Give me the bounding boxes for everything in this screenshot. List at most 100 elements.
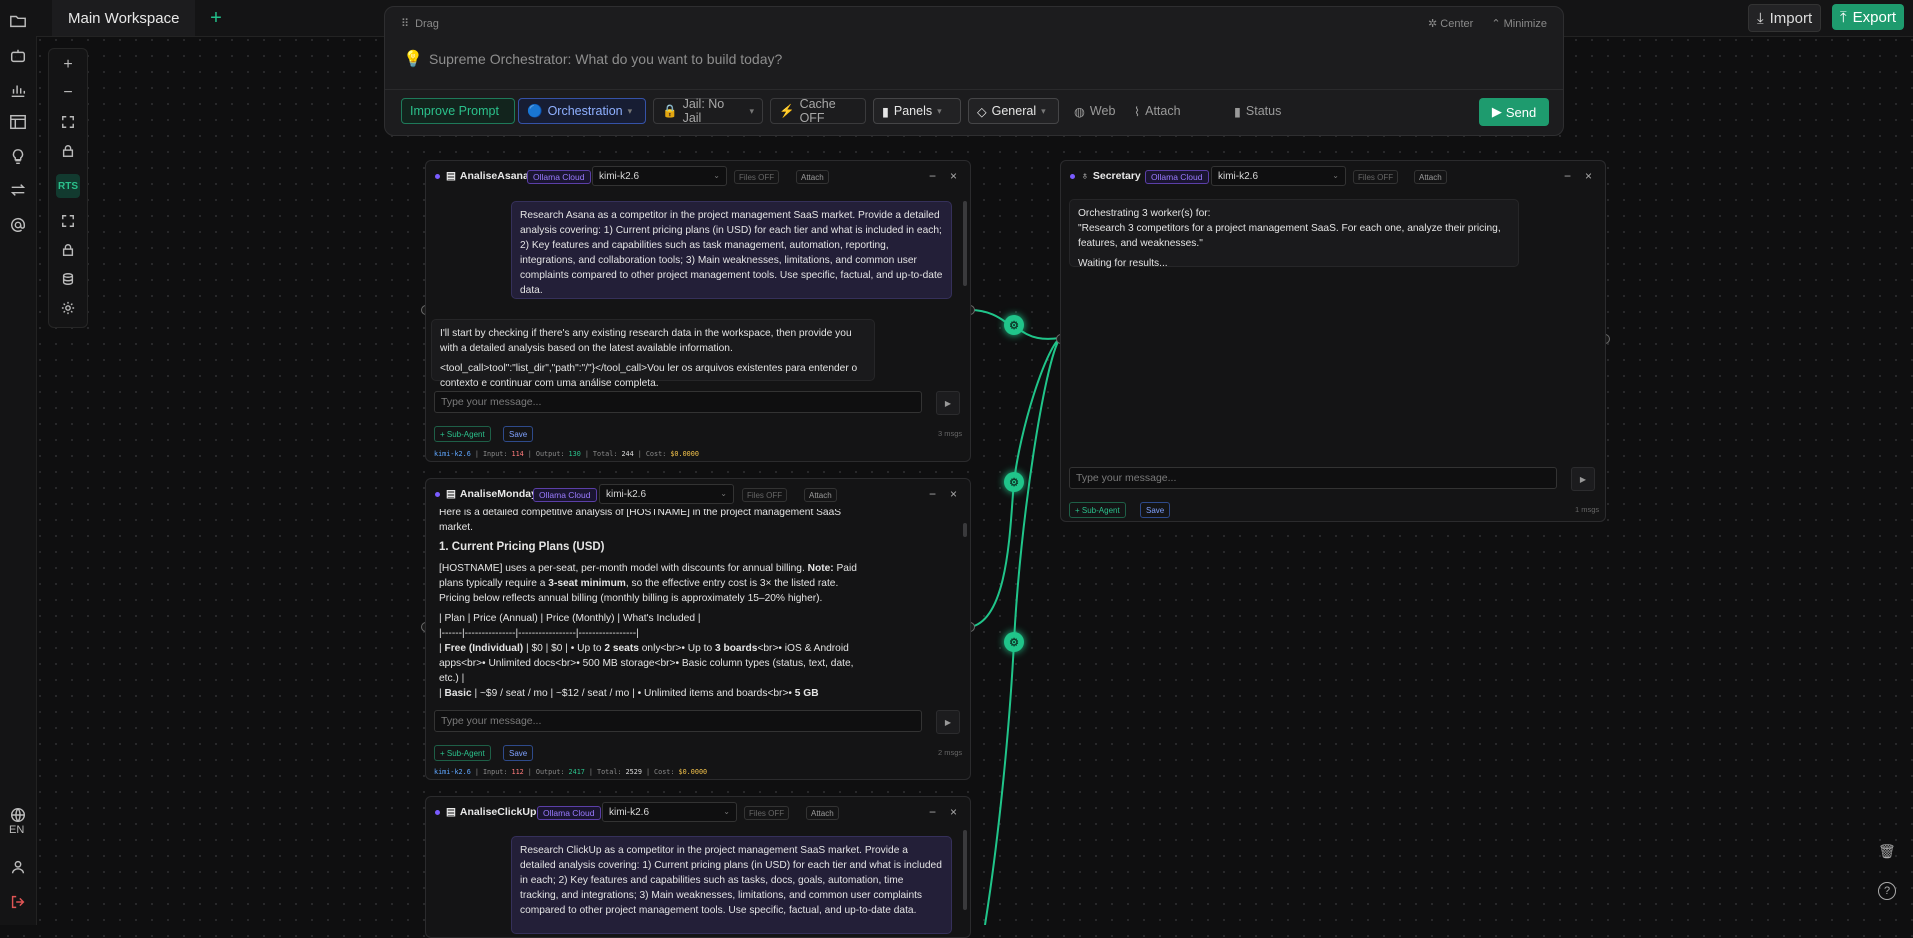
text-run: only<br>• Up to xyxy=(638,643,715,654)
chevron-down-icon: ▾ xyxy=(1041,105,1046,116)
attach-button[interactable]: Attach xyxy=(806,806,839,820)
chevron-down-icon: ⌄ xyxy=(723,807,730,816)
model-select[interactable]: kimi-k2.6 ⌄ xyxy=(599,484,734,504)
drag-label: Drag xyxy=(415,17,439,30)
drag-handle[interactable]: ⠿ Drag xyxy=(401,17,439,31)
divider xyxy=(385,89,1563,90)
status-label: Status xyxy=(1245,104,1282,118)
panel-header[interactable]: ▤ AnaliseAsana Ollama Cloud kimi-k2.6 ⌄ Fi… xyxy=(426,161,970,191)
panels-select[interactable]: ▮ Panels ▾ xyxy=(873,98,961,124)
lightbulb-icon: ♁ xyxy=(1081,170,1089,182)
general-label: General xyxy=(991,104,1037,118)
stats-input-label: Input: xyxy=(482,768,508,776)
minimize-button[interactable]: − xyxy=(929,487,936,501)
improve-prompt-button[interactable]: Improve Prompt xyxy=(401,98,515,124)
document-icon: ▤ xyxy=(446,488,456,500)
message-area: Here is a detailed competitive analysis … xyxy=(426,509,970,703)
attach-button[interactable]: ⌇ Attach xyxy=(1125,98,1193,124)
sub-agent-button[interactable]: + Sub-Agent xyxy=(434,745,491,761)
stats-model: kimi-k2.6 xyxy=(434,768,471,776)
assistant-message: Here is a detailed competitive analysis … xyxy=(431,509,875,703)
cache-label: Cache OFF xyxy=(799,97,836,125)
minimize-button[interactable]: ⌃ Minimize xyxy=(1491,17,1547,30)
user-message: Research ClickUp as a competitor in the … xyxy=(511,836,952,934)
stats-output-label: Output: xyxy=(535,450,565,458)
panel-title-text: Secretary xyxy=(1092,170,1141,182)
stats-cost: $0.0000 xyxy=(678,768,708,776)
scrollbar[interactable] xyxy=(963,201,967,286)
message-input[interactable]: Type your message... xyxy=(1069,467,1557,489)
model-select[interactable]: kimi-k2.6 ⌄ xyxy=(602,802,737,822)
files-toggle[interactable]: Files OFF xyxy=(734,170,780,184)
minimize-button[interactable]: − xyxy=(1564,169,1571,183)
sub-agent-button[interactable]: + Sub-Agent xyxy=(1069,502,1126,518)
text-run: | Plan | Price (Annual) | Price (Monthly… xyxy=(439,613,701,624)
edge-node-icon[interactable]: ⚙ xyxy=(1004,315,1024,335)
send-message-button[interactable]: ▶ xyxy=(936,391,960,415)
panel-header[interactable]: ▤ AnaliseClickUp Ollama Cloud kimi-k2.6 ⌄ … xyxy=(426,797,970,827)
message-input[interactable]: Type your message... xyxy=(434,710,922,732)
bar-chart-icon: ▮ xyxy=(1234,104,1241,119)
status-dot xyxy=(1070,174,1075,179)
send-button[interactable]: ▶ Send xyxy=(1479,98,1549,126)
message-area: Orchestrating 3 worker(s) for: "Research… xyxy=(1061,191,1605,461)
jail-select[interactable]: 🔒 Jail: No Jail ▾ xyxy=(653,97,763,125)
status-dot xyxy=(435,174,440,179)
scrollbar[interactable] xyxy=(963,830,967,910)
close-button[interactable]: × xyxy=(1585,169,1592,183)
panel-header[interactable]: ♁ Secretary Ollama Cloud kimi-k2.6 ⌄ Files… xyxy=(1061,161,1605,191)
agent-panel-monday: ▤ AnaliseMonday Ollama Cloud kimi-k2.6 ⌄ F… xyxy=(425,478,971,780)
save-button[interactable]: Save xyxy=(503,745,534,761)
message-text: | Free (Individual) | $0 | $0 | • Up to … xyxy=(439,641,867,686)
attach-button[interactable]: Attach xyxy=(1414,170,1447,184)
close-button[interactable]: × xyxy=(950,487,957,501)
sub-agent-button[interactable]: + Sub-Agent xyxy=(434,426,491,442)
center-button[interactable]: ✲ Center xyxy=(1428,17,1473,30)
model-select[interactable]: kimi-k2.6 ⌄ xyxy=(592,166,727,186)
save-button[interactable]: Save xyxy=(1140,502,1171,518)
stats-input: 112 xyxy=(511,768,524,776)
stats-output: 130 xyxy=(568,450,581,458)
panel-header[interactable]: ▤ AnaliseMonday Ollama Cloud kimi-k2.6 ⌄ F… xyxy=(426,479,970,509)
minimize-button[interactable]: − xyxy=(929,805,936,819)
cache-toggle[interactable]: ⚡ Cache OFF xyxy=(770,97,866,125)
stats-input: 114 xyxy=(511,450,524,458)
close-button[interactable]: × xyxy=(950,169,957,183)
orchestration-select[interactable]: 🔵 Orchestration ▾ xyxy=(518,98,646,124)
help-icon[interactable]: ? xyxy=(1878,882,1896,900)
status-dot xyxy=(435,810,440,815)
general-select[interactable]: ◇ General ▾ xyxy=(968,98,1059,124)
message-text: Waiting for results... xyxy=(1078,258,1168,269)
minimize-button[interactable]: − xyxy=(929,169,936,183)
provider-badge: Ollama Cloud xyxy=(533,488,597,502)
globe-icon: ◍ xyxy=(1074,104,1085,119)
chevron-down-icon: ⌄ xyxy=(720,489,727,498)
model-label: kimi-k2.6 xyxy=(606,488,647,500)
message-count: 3 msgs xyxy=(938,429,963,438)
scrollbar[interactable] xyxy=(963,523,967,537)
edge-node-icon[interactable]: ⚙ xyxy=(1004,632,1024,652)
edge-node-icon[interactable]: ⚙ xyxy=(1004,472,1024,492)
files-toggle[interactable]: Files OFF xyxy=(1353,170,1399,184)
close-button[interactable]: × xyxy=(950,805,957,819)
trash-icon[interactable]: 🗑 xyxy=(1878,843,1896,860)
status-dot xyxy=(435,492,440,497)
web-toggle[interactable]: ◍ Web xyxy=(1065,98,1121,124)
files-toggle[interactable]: Files OFF xyxy=(744,806,790,820)
model-select[interactable]: kimi-k2.6 ⌄ xyxy=(1211,166,1346,186)
send-message-button[interactable]: ▶ xyxy=(936,710,960,734)
chevron-down-icon: ▾ xyxy=(937,105,942,116)
attach-button[interactable]: Attach xyxy=(804,488,837,502)
save-button[interactable]: Save xyxy=(503,426,534,442)
status-button[interactable]: ▮ Status xyxy=(1225,98,1297,124)
attach-button[interactable]: Attach xyxy=(796,170,829,184)
chevron-down-icon: ▾ xyxy=(627,105,633,116)
stats-total: 2529 xyxy=(625,768,642,776)
message-input[interactable]: Type your message... xyxy=(434,391,922,413)
prompt-input[interactable]: Supreme Orchestrator: What do you want t… xyxy=(429,51,782,67)
files-toggle[interactable]: Files OFF xyxy=(742,488,788,502)
send-message-button[interactable]: ▶ xyxy=(1571,467,1595,491)
text-run: | $0 | $0 | • Up to xyxy=(523,643,605,654)
orchestration-label: Orchestration xyxy=(547,104,623,118)
text-run: Basic xyxy=(444,688,472,699)
